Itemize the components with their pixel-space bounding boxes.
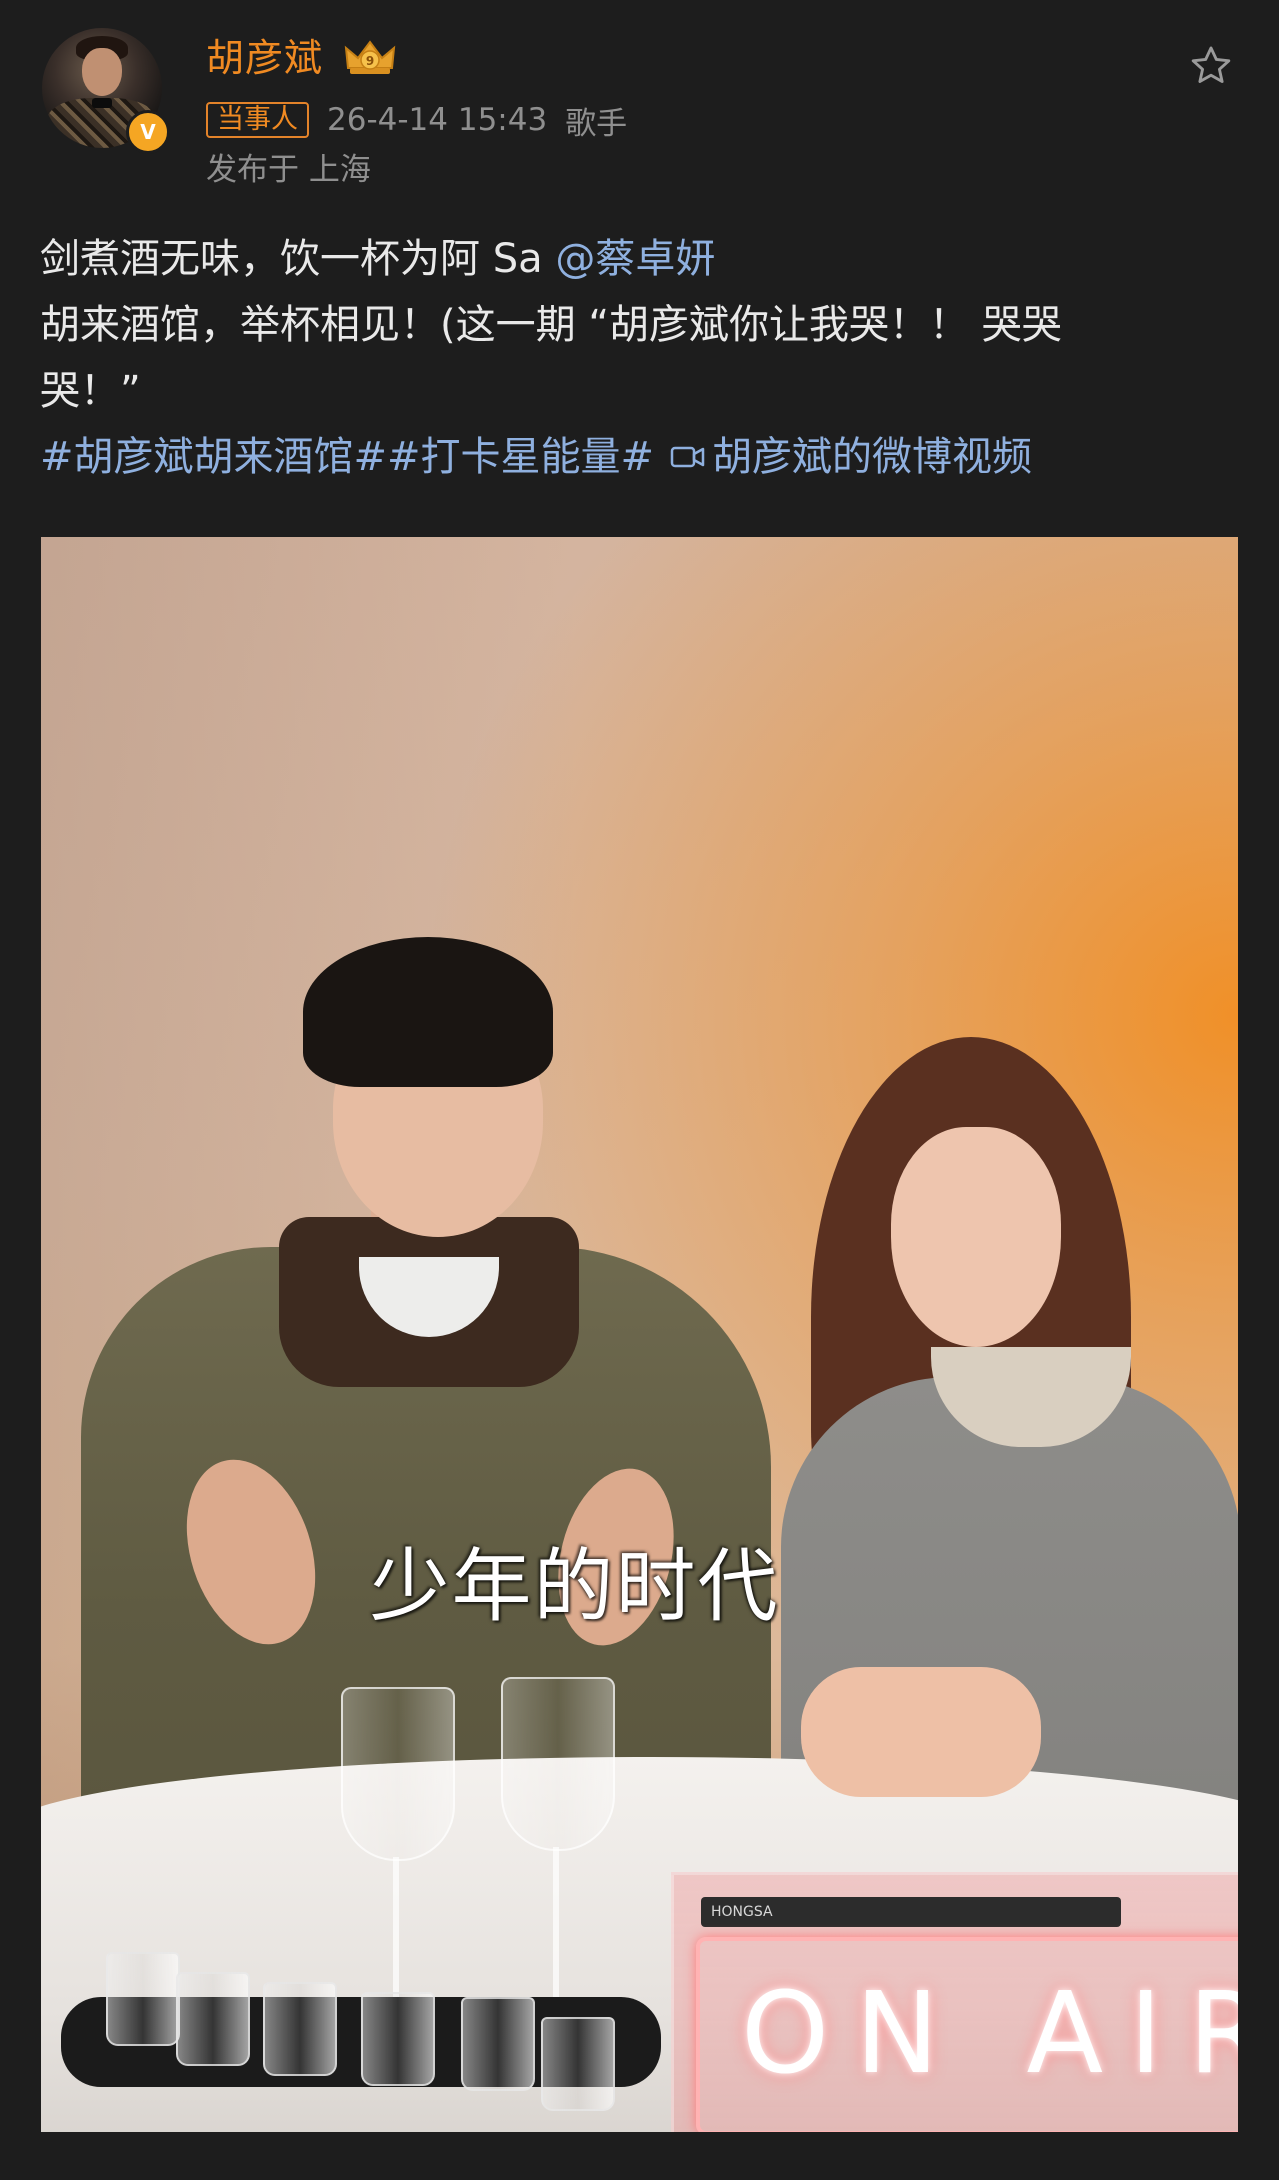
- topic-link-2[interactable]: #打卡星能量#: [387, 424, 654, 490]
- verified-icon: V: [126, 110, 170, 154]
- wine-glass: [501, 1677, 615, 1851]
- shot-glass: [176, 1972, 250, 2066]
- post-line-1-text: 剑煮酒无味，饮一杯为阿 Sa: [40, 236, 556, 282]
- shot-glass: [541, 2017, 615, 2111]
- topic-link-1[interactable]: #胡彦斌胡来酒馆#: [40, 424, 387, 490]
- post-line-1: 剑煮酒无味，饮一杯为阿 Sa @蔡卓妍: [40, 226, 1239, 292]
- wine-glass-stem: [553, 1847, 559, 1997]
- favorite-button[interactable]: [1185, 40, 1237, 92]
- video-subtitle: 少年的时代: [369, 1540, 780, 1633]
- shot-glass: [106, 1952, 180, 2046]
- bottom-edge: [41, 2132, 1238, 2144]
- video-link-label: 胡彦斌的微博视频: [712, 434, 1033, 480]
- mention-link[interactable]: @蔡卓妍: [555, 236, 715, 282]
- post-meta: 当事人 26-4-14 15:43 歌手: [206, 100, 628, 142]
- video-player[interactable]: HONGSA ON AIR 少年的时代: [41, 537, 1238, 2132]
- author-name[interactable]: 胡彦斌: [206, 34, 323, 82]
- shot-glass: [263, 1982, 337, 2076]
- wine-glass-stem: [393, 1857, 399, 2007]
- svg-text:9: 9: [366, 54, 374, 68]
- video-camera-icon: [670, 446, 705, 468]
- woman-face: [891, 1127, 1061, 1347]
- author-title: 歌手: [565, 105, 628, 142]
- post-timestamp: 26-4-14 15:43: [327, 102, 548, 138]
- woman-hands: [801, 1667, 1041, 1797]
- video-link[interactable]: 胡彦斌的微博视频: [670, 424, 1032, 490]
- star-outline-icon: [1191, 46, 1231, 83]
- post-body: 剑煮酒无味，饮一杯为阿 Sa @蔡卓妍 胡来酒馆，举杯相见！(这一期 “胡彦斌你…: [40, 226, 1239, 424]
- crown-badge-icon[interactable]: 9: [342, 38, 398, 78]
- post-line-2: 胡来酒馆，举杯相见！(这一期 “胡彦斌你让我哭！！ 哭哭: [40, 302, 1062, 348]
- man-hair: [303, 937, 553, 1087]
- party-tag: 当事人: [206, 102, 309, 138]
- topic-row: #胡彦斌胡来酒馆# #打卡星能量# 胡彦斌的微博视频: [40, 424, 1239, 490]
- neon-sign-text: ON AIR: [741, 1969, 1238, 2099]
- post-header: V 胡彦斌 9 当事人 26-4-14 15:43 歌手 发布于 上海: [40, 28, 1239, 198]
- device-label: HONGSA: [711, 1904, 773, 1920]
- post-location: 发布于 上海: [206, 152, 371, 188]
- shot-glass: [361, 1992, 435, 2086]
- shot-glass: [461, 1997, 535, 2091]
- wine-glass: [341, 1687, 455, 1861]
- post-line-3: 哭！”: [40, 368, 141, 414]
